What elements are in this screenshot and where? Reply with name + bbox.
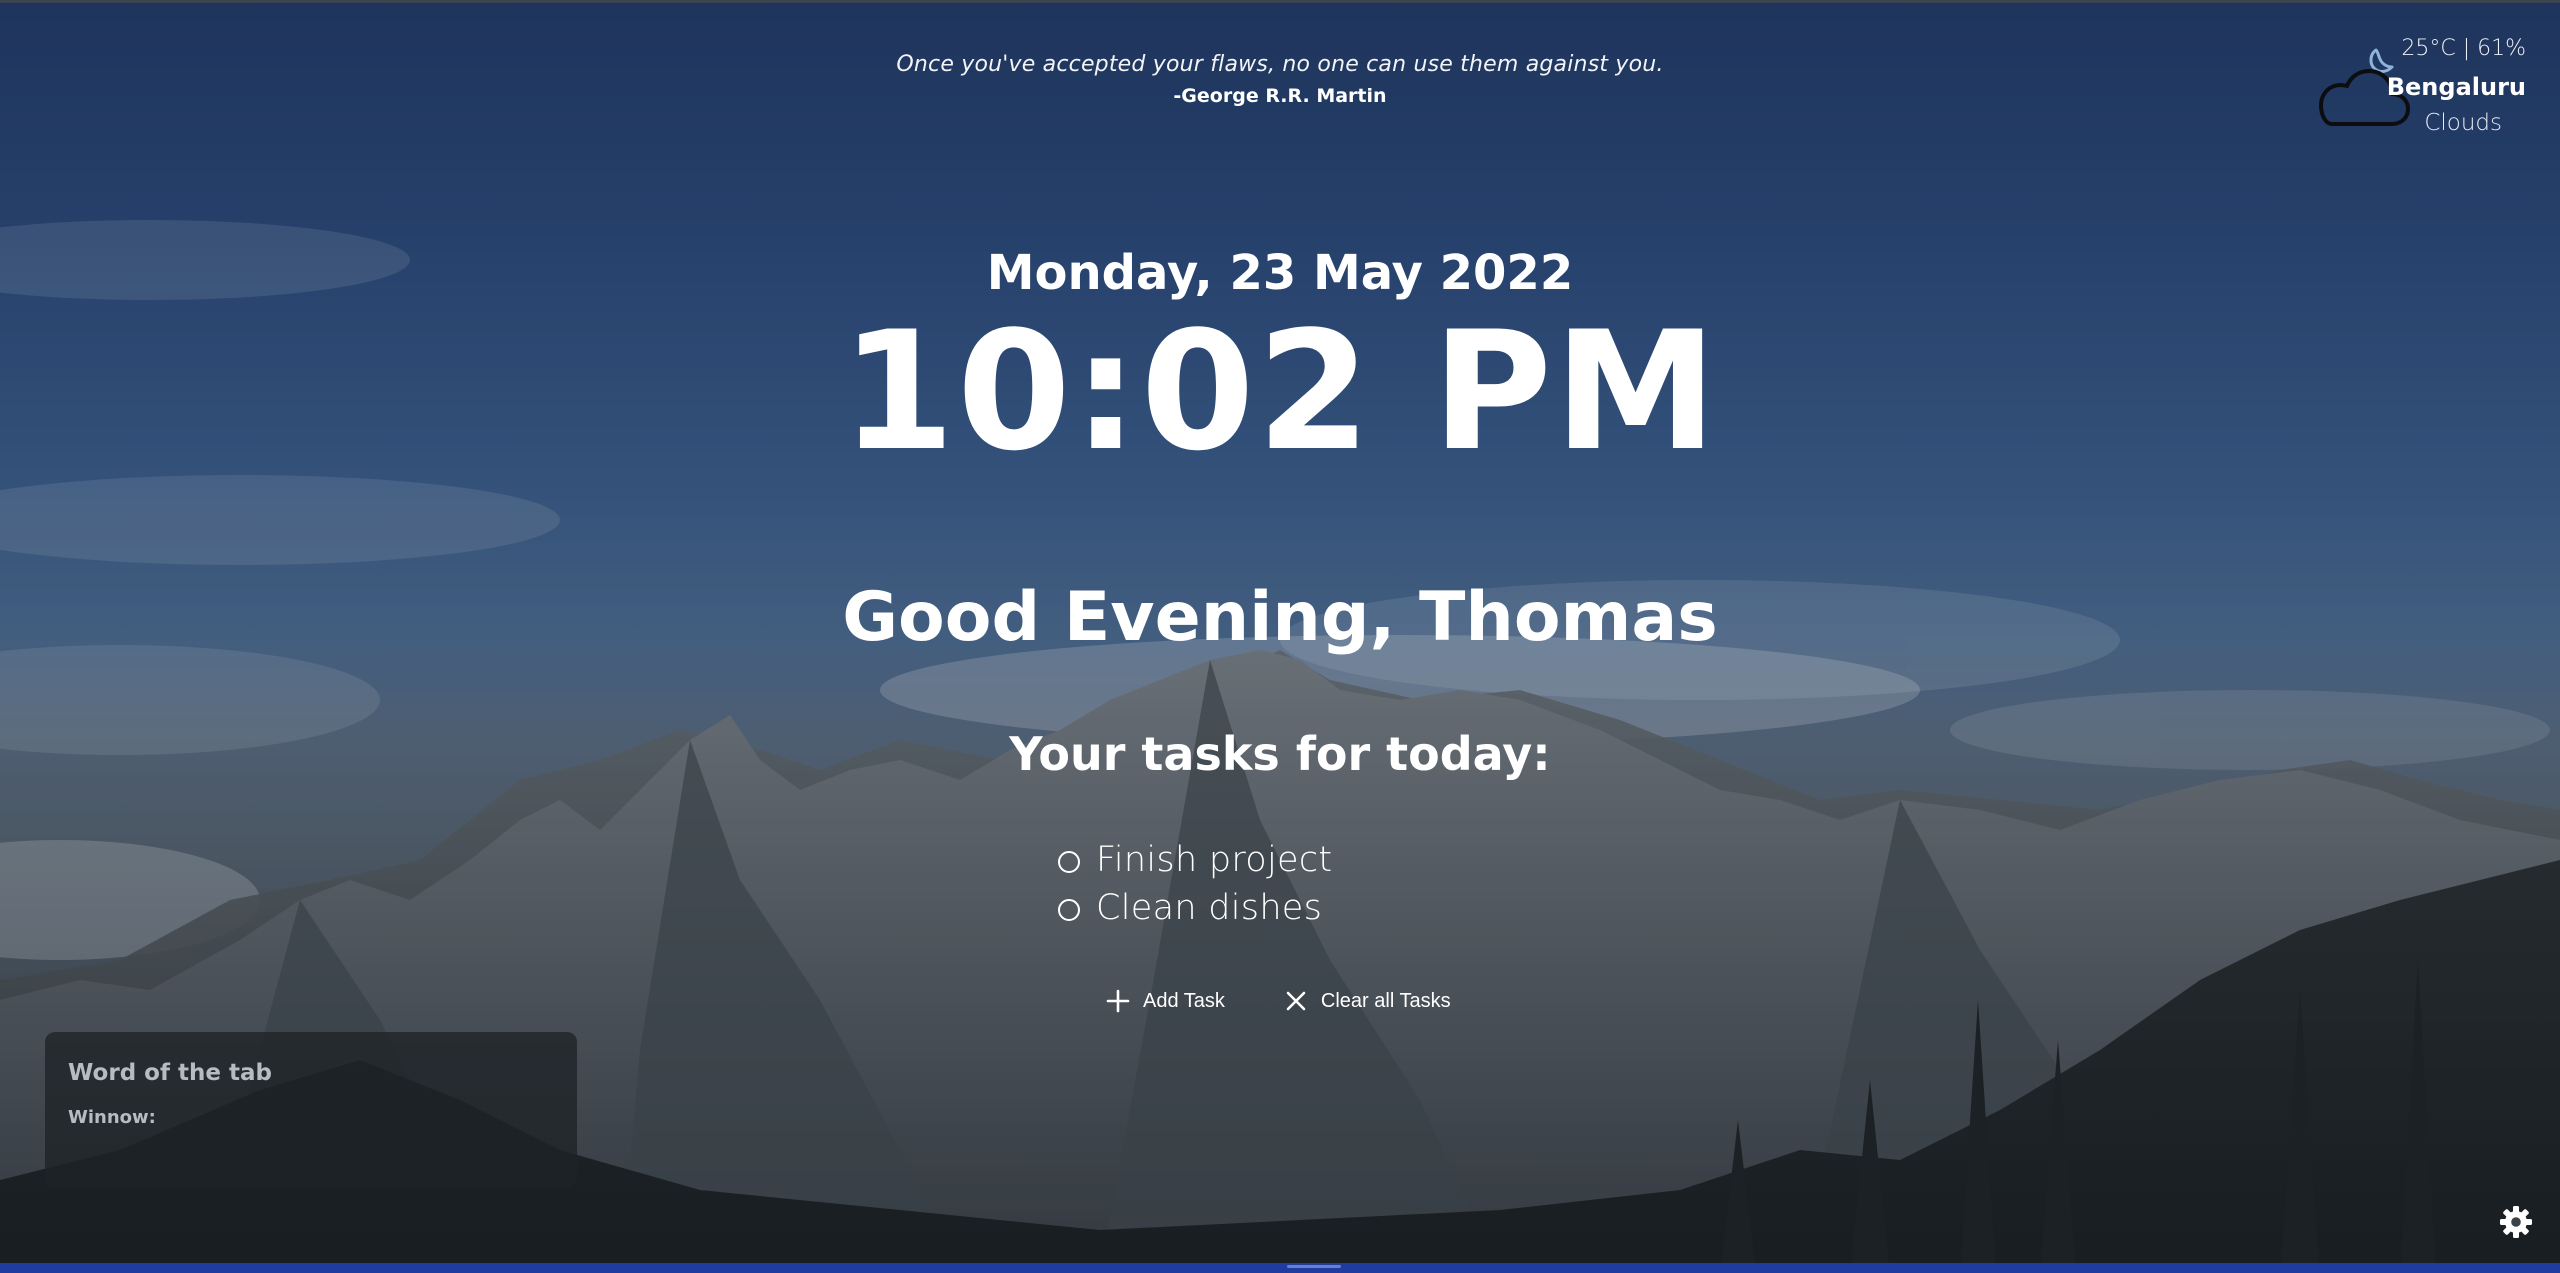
top-border bbox=[0, 0, 2560, 3]
current-time: 10:02 PM bbox=[840, 296, 1720, 487]
task-actions: Add Task Clear all Tasks bbox=[1105, 984, 1509, 1018]
quote-text: Once you've accepted your flaws, no one … bbox=[896, 52, 1664, 77]
bottom-bar-handle bbox=[1287, 1265, 1341, 1268]
gear-icon[interactable] bbox=[2499, 1205, 2533, 1239]
tasks-heading: Your tasks for today: bbox=[1009, 727, 1551, 781]
close-icon bbox=[1286, 991, 1306, 1011]
weather-condition: Clouds bbox=[2424, 110, 2502, 136]
greeting: Good Evening, Thomas bbox=[842, 578, 1718, 657]
task-checkbox[interactable] bbox=[1058, 899, 1080, 921]
quote-author: -George R.R. Martin bbox=[1173, 85, 1387, 107]
task-list: Finish project Clean dishes bbox=[1058, 836, 1658, 932]
clear-all-tasks-button[interactable]: Clear all Tasks bbox=[1283, 988, 1451, 1014]
word-of-the-tab-card: Word of the tab Winnow: bbox=[45, 1032, 577, 1188]
weather-city: Bengaluru bbox=[2386, 73, 2526, 101]
add-task-label: Add Task bbox=[1143, 989, 1225, 1012]
task-label: Finish project bbox=[1096, 840, 1333, 880]
word-card-title: Word of the tab bbox=[68, 1060, 272, 1086]
quote-block: Once you've accepted your flaws, no one … bbox=[780, 52, 1780, 107]
task-checkbox[interactable] bbox=[1058, 851, 1080, 873]
add-task-button[interactable]: Add Task bbox=[1105, 988, 1225, 1014]
bottom-bar bbox=[0, 1263, 2560, 1273]
word-term: Winnow: bbox=[68, 1107, 156, 1128]
current-date: Monday, 23 May 2022 bbox=[986, 245, 1574, 301]
new-tab-page: Once you've accepted your flaws, no one … bbox=[0, 0, 2560, 1273]
weather-temperature: 25°C | 61% bbox=[2401, 36, 2526, 61]
task-item[interactable]: Clean dishes bbox=[1058, 884, 1658, 932]
task-item[interactable]: Finish project bbox=[1058, 836, 1658, 884]
task-label: Clean dishes bbox=[1096, 888, 1323, 928]
clear-all-tasks-label: Clear all Tasks bbox=[1320, 989, 1451, 1012]
plus-icon bbox=[1106, 989, 1130, 1013]
weather-widget[interactable]: 25°C | 61% Bengaluru Clouds bbox=[2300, 32, 2540, 142]
